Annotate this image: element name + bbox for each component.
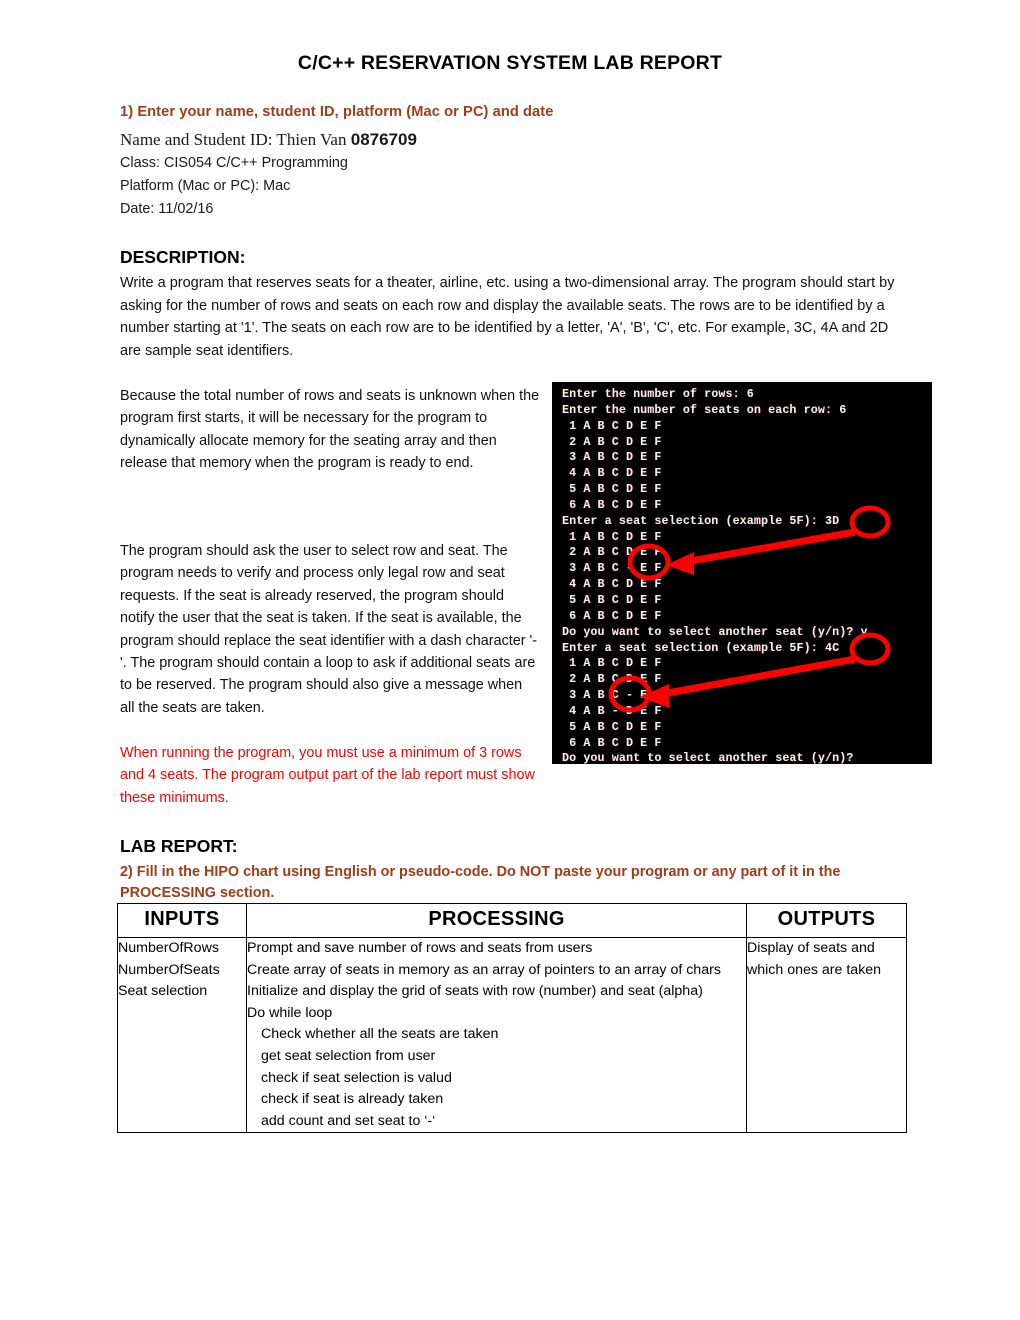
description-heading: DESCRIPTION:: [120, 247, 246, 267]
section-2-heading: 2) Fill in the HIPO chart using English …: [120, 864, 841, 901]
processing-step: get seat selection from user: [261, 1047, 436, 1064]
column-header-inputs: INPUTS: [117, 903, 247, 938]
paragraph-memory-allocation: Because the total number of rows and sea…: [120, 388, 540, 472]
processing-step: Initialize and display the grid of seats…: [247, 983, 703, 1000]
page-title: C/C++ RESERVATION SYSTEM LAB REPORT: [297, 52, 723, 74]
processing-cell: Prompt and save number of rows and seats…: [246, 936, 747, 1134]
input-item: NumberOfSeats: [118, 961, 220, 978]
table-row: NumberOfRows NumberOfSeats Seat selectio…: [117, 936, 907, 1134]
processing-step: Prompt and save number of rows and seats…: [247, 940, 593, 956]
student-id-value: 0876709: [350, 130, 417, 149]
section-1-heading: 1) Enter your name, student ID, platform…: [120, 104, 554, 120]
date-line: Date: 11/02/16: [120, 201, 214, 217]
document-page: C/C++ RESERVATION SYSTEM LAB REPORT 1) E…: [0, 0, 1020, 1320]
class-line: Class: CIS054 C/C++ Programming: [120, 155, 348, 171]
hipo-chart-table: INPUTS PROCESSING OUTPUTS NumberOfRows N…: [117, 903, 907, 1134]
terminal-text: Enter the number of rows: 6 Enter the nu…: [562, 388, 868, 764]
name-label: Name and Student ID: Thien Van: [120, 130, 351, 149]
processing-step: Check whether all the seats are taken: [261, 1026, 499, 1043]
processing-step: check if seat is already taken: [261, 1091, 444, 1108]
input-item: Seat selection: [118, 983, 208, 1000]
column-header-processing: PROCESSING: [246, 903, 747, 938]
paragraph-minimum-requirement: When running the program, you must use a…: [120, 745, 535, 806]
processing-step: check if seat selection is valud: [261, 1069, 452, 1086]
platform-line: Platform (Mac or PC): Mac: [120, 178, 291, 194]
input-item: NumberOfRows: [118, 940, 219, 956]
outputs-cell: Display of seats and which ones are take…: [746, 936, 907, 1134]
inputs-cell: NumberOfRows NumberOfSeats Seat selectio…: [117, 936, 247, 1134]
description-body: Write a program that reserves seats for …: [120, 275, 895, 359]
processing-step: Create array of seats in memory as an ar…: [247, 961, 721, 978]
table-header-row: INPUTS PROCESSING OUTPUTS: [117, 903, 907, 938]
terminal-output-screenshot: Enter the number of rows: 6 Enter the nu…: [552, 382, 932, 764]
paragraph-seat-selection: The program should ask the user to selec…: [120, 543, 538, 716]
column-header-outputs: OUTPUTS: [746, 903, 907, 938]
name-and-student-id-line: Name and Student ID: Thien Van 0876709: [120, 130, 417, 150]
processing-step: Do while loop: [247, 1004, 333, 1021]
lab-report-heading: LAB REPORT:: [120, 836, 238, 856]
processing-step: add count and set seat to ‘-‘: [261, 1112, 436, 1129]
output-item: Display of seats and which ones are take…: [747, 940, 882, 978]
